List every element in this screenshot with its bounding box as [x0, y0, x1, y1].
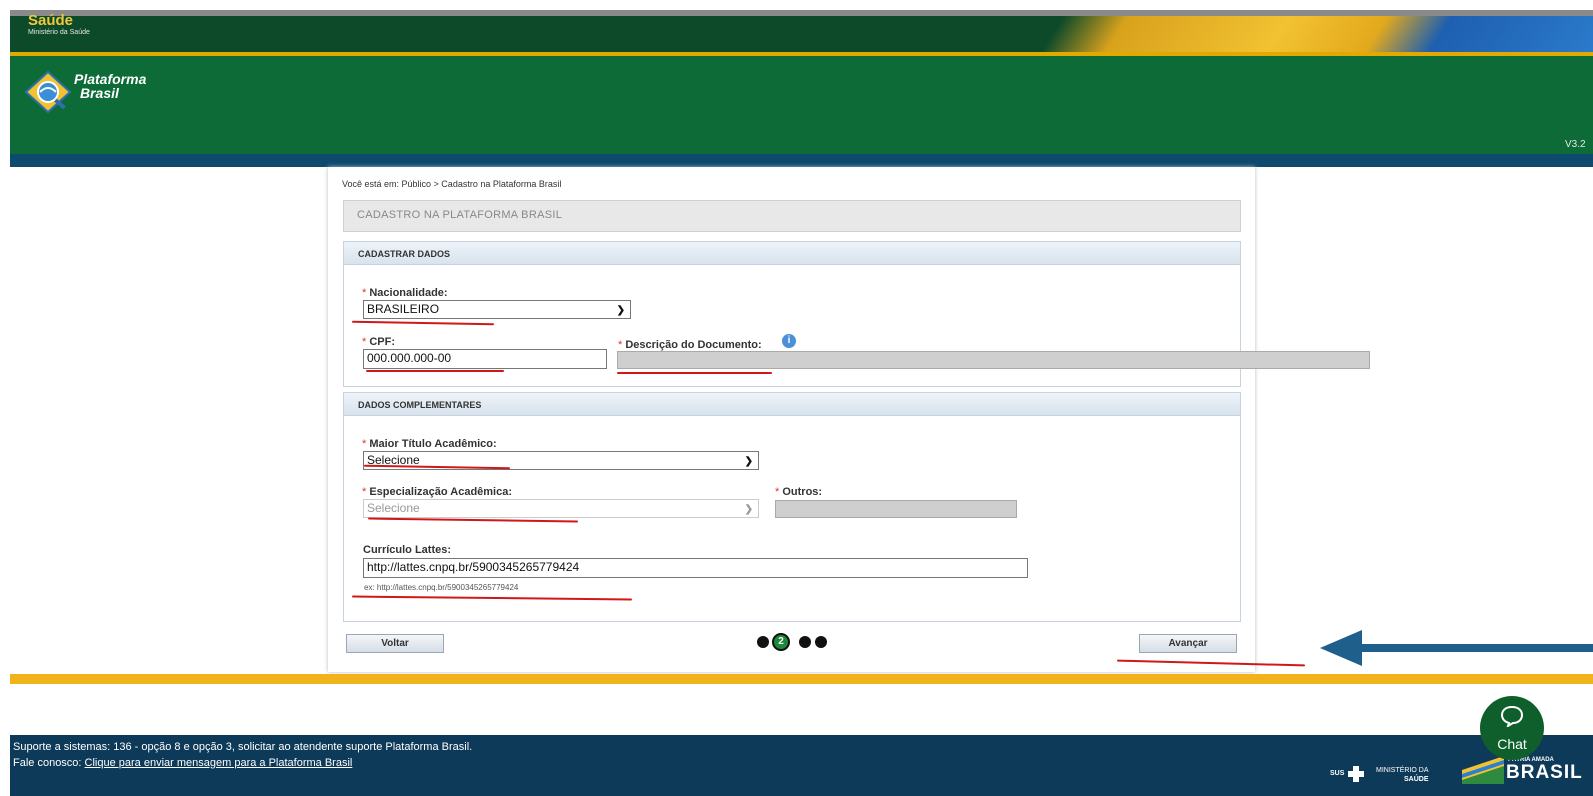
chevron-down-icon: ❯ — [744, 504, 753, 515]
descricao-documento-input — [617, 351, 1370, 369]
especializacao-label-wrap: * Especialização Acadêmica: — [362, 482, 512, 500]
nacionalidade-value: BRASILEIRO — [367, 302, 440, 316]
lattes-value: http://lattes.cnpq.br/5900345265779424 — [367, 560, 580, 574]
contact-prefix: Fale conosco: — [13, 757, 82, 769]
chat-label[interactable]: Chat — [1480, 736, 1544, 752]
brasil-flag-icon — [1462, 756, 1504, 784]
section-title: CADASTRAR DADOS — [358, 249, 450, 259]
voltar-button[interactable]: Voltar — [346, 634, 444, 653]
cpf-value: 000.000.000-00 — [367, 351, 452, 365]
avancar-button[interactable]: Avançar — [1139, 634, 1237, 653]
lattes-hint: ex: http://lattes.cnpq.br/59003452657794… — [364, 583, 519, 592]
contact-link[interactable]: Clique para enviar mensagem para a Plata… — [85, 757, 353, 769]
support-text: Suporte a sistemas: 136 - opção 8 e opçã… — [13, 741, 473, 753]
plataforma-brasil-logo-icon[interactable] — [22, 64, 78, 118]
sus-cross-icon — [1348, 766, 1364, 782]
ministerio-label: MINISTÉRIO DA — [1376, 767, 1429, 774]
breadcrumb: Você está em: Público > Cadastro na Plat… — [342, 179, 562, 189]
nacionalidade-label: Nacionalidade: — [369, 287, 448, 299]
outros-label: Outros: — [782, 486, 823, 498]
lattes-label-wrap: Currículo Lattes: — [363, 540, 451, 558]
especializacao-select[interactable]: Selecione ❯ — [363, 499, 759, 518]
annotation-underline — [617, 372, 772, 374]
ministerio-saude-label: Ministério da Saúde — [28, 29, 90, 36]
annotation-arrow-icon — [1320, 630, 1593, 666]
cpf-label-wrap: * CPF: — [362, 332, 395, 350]
info-icon[interactable]: i — [782, 334, 796, 348]
step-indicator-current: 2 — [772, 633, 790, 651]
curriculo-lattes-label: Currículo Lattes: — [363, 544, 452, 556]
nacionalidade-label-wrap: * Nacionalidade: — [362, 283, 448, 301]
saude-label: SAÚDE — [1404, 776, 1429, 783]
titulo-label-wrap: * Maior Título Acadêmico: — [362, 434, 497, 452]
brand-name-line2: Brasil — [80, 85, 119, 101]
brasil-logo-text: BRASIL — [1506, 762, 1583, 783]
ministerio-logo-text: MINISTÉRIO DA SAÚDE — [1376, 766, 1429, 784]
sus-logo-text: SUS — [1330, 770, 1345, 777]
annotation-underline — [366, 370, 504, 372]
site-header — [10, 56, 1593, 154]
outros-input — [775, 500, 1017, 518]
nacionalidade-select[interactable]: BRASILEIRO ❯ — [363, 300, 631, 319]
brand-name-line1: Plataforma — [74, 71, 147, 87]
curriculo-lattes-input[interactable]: http://lattes.cnpq.br/5900345265779424 — [363, 558, 1028, 578]
maior-titulo-label: Maior Título Acadêmico: — [369, 438, 497, 450]
step-dot-3 — [799, 636, 811, 648]
page-title: CADASTRO NA PLATAFORMA BRASIL — [357, 209, 563, 221]
cpf-label: CPF: — [369, 336, 396, 348]
chevron-down-icon: ❯ — [744, 456, 753, 467]
header-blue-band — [10, 154, 1593, 167]
outros-label-wrap: * Outros: — [775, 482, 822, 500]
version-label: V3.2 — [1565, 139, 1586, 150]
contact-line: Fale conosco: Clique para enviar mensage… — [13, 757, 352, 769]
footer-gold-band — [10, 674, 1593, 684]
chat-bubble-icon — [1500, 705, 1524, 727]
descricao-label: Descrição do Documento: — [625, 339, 762, 351]
gov-top-bar — [10, 10, 1593, 54]
cpf-input[interactable]: 000.000.000-00 — [363, 349, 607, 369]
saude-logo: Saúde — [28, 12, 74, 29]
especializacao-value: Selecione — [367, 501, 420, 515]
step-dot-1 — [757, 636, 769, 648]
chevron-down-icon: ❯ — [616, 305, 625, 316]
especializacao-label: Especialização Acadêmica: — [369, 486, 513, 498]
section-title: DADOS COMPLEMENTARES — [358, 400, 482, 410]
step-dot-4 — [815, 636, 827, 648]
